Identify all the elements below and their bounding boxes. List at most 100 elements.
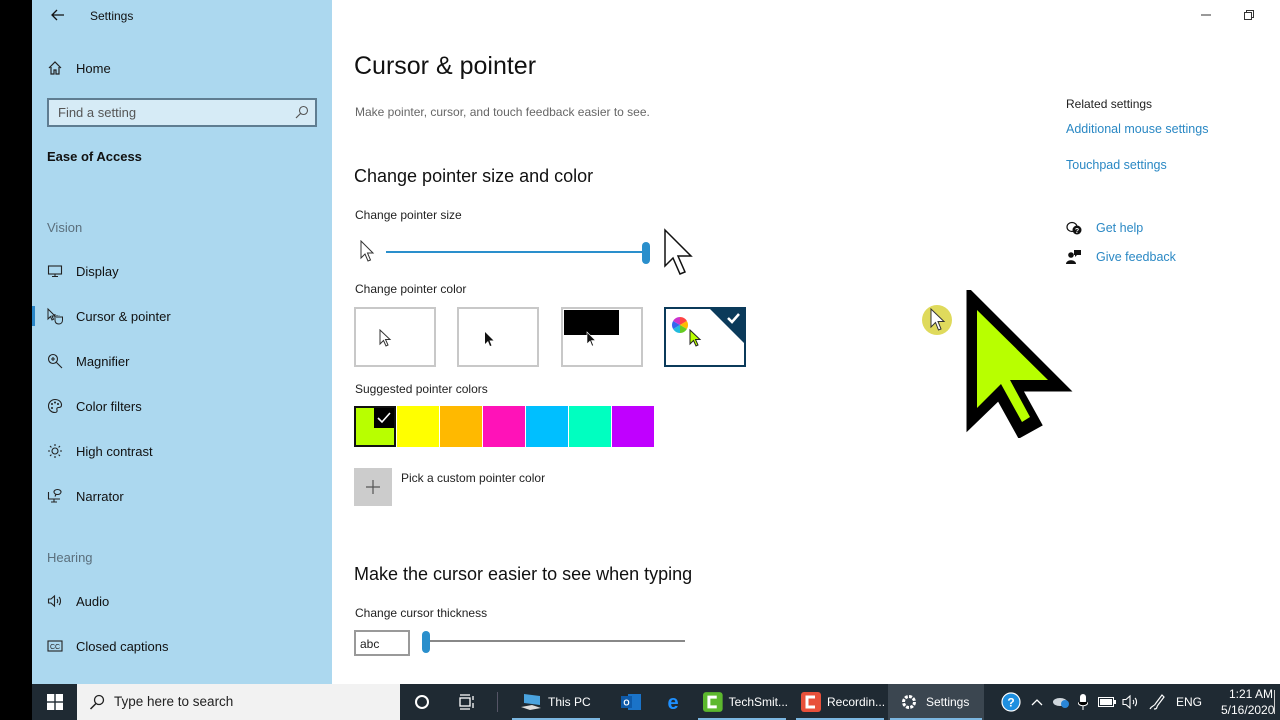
pointer-color-custom[interactable] [664,307,746,367]
link-additional-mouse-settings[interactable]: Additional mouse settings [1066,122,1208,136]
help-icon: ? [1001,692,1021,712]
search-input[interactable] [49,100,289,125]
camtasia-icon [703,692,723,712]
color-swatch[interactable] [397,406,439,447]
speaker-icon [1122,694,1138,710]
sidebar-item-label: Narrator [76,488,124,504]
slider-thumb[interactable] [422,631,430,653]
sun-icon [46,442,64,460]
taskbar-search-box[interactable]: Type here to search [77,684,400,720]
taskbar-app-label: This PC [548,695,591,709]
clock-time[interactable]: 1:21 AM [1229,687,1273,701]
black-pointer-icon [485,332,494,346]
taskbar-app-this-pc[interactable]: This PC [510,684,602,720]
slider-fill [386,251,646,253]
cortana-button[interactable] [408,684,436,720]
cc-icon: CC [46,637,64,655]
language-indicator[interactable]: ENG [1176,695,1202,709]
taskbar-app-label: Settings [926,695,970,709]
get-help-icon: ? [1066,221,1082,235]
slider-thumb[interactable] [642,242,650,264]
taskbar-app-outlook[interactable]: O [612,684,650,720]
color-swatch[interactable] [569,406,611,447]
svg-text:?: ? [1007,696,1014,710]
home-icon [46,59,64,77]
color-swatch[interactable] [354,406,396,447]
screen: Settings Home Ease of Access Vision Disp… [0,0,1280,720]
pointer-hand-icon [46,307,64,325]
sidebar-item-display[interactable]: Display [32,253,332,289]
monitor-icon [46,262,64,280]
large-pointer-icon [664,228,693,275]
microphone-tray-icon[interactable] [1074,684,1092,720]
cursor-thickness-label: Change cursor thickness [355,606,488,620]
checkmark-icon [374,408,394,428]
pointer-size-slider[interactable] [386,242,650,264]
pick-custom-color-button[interactable] [354,468,392,506]
plus-icon [366,480,380,494]
sidebar-item-narrator[interactable]: Narrator [32,478,332,514]
sidebar: Settings Home Ease of Access Vision Disp… [32,0,332,684]
page-description: Make pointer, cursor, and touch feedback… [355,105,650,119]
windows-logo-icon [46,694,63,710]
restore-button[interactable] [1239,5,1259,25]
cursor-thickness-slider[interactable] [422,631,685,653]
pointer-color-black[interactable] [457,307,539,367]
svg-text:e: e [667,692,678,712]
get-help-link[interactable]: Get help [1096,221,1143,235]
link-touchpad-settings[interactable]: Touchpad settings [1066,158,1167,172]
app-title: Settings [90,9,134,23]
taskbar-app-techsmith[interactable]: TechSmit... [696,684,788,720]
volume-tray-icon[interactable] [1120,684,1142,720]
pen-tray-icon[interactable] [1146,684,1168,720]
cursor-thickness-preview: abc [354,630,410,656]
sidebar-item-cursor-pointer[interactable]: Cursor & pointer [32,298,332,334]
battery-tray-icon[interactable] [1096,684,1118,720]
sidebar-item-home[interactable]: Home [32,50,332,86]
sidebar-item-color-filters[interactable]: Color filters [32,388,332,424]
taskbar-divider [497,692,498,712]
show-desktop-button[interactable] [1274,690,1275,714]
sidebar-item-magnifier[interactable]: Magnifier [32,343,332,379]
color-swatch[interactable] [483,406,525,447]
back-arrow-icon [51,9,64,21]
this-pc-icon [521,694,541,710]
screen-edge [0,0,32,684]
search-icon [295,105,309,119]
taskbar-app-edge[interactable]: e [654,684,692,720]
sidebar-item-label: Color filters [76,398,142,414]
minimize-button[interactable] [1196,5,1216,25]
sidebar-item-high-contrast[interactable]: High contrast [32,433,332,469]
color-swatch[interactable] [440,406,482,447]
back-button[interactable] [46,4,70,26]
sidebar-item-audio[interactable]: Audio [32,583,332,619]
start-button[interactable] [32,684,77,720]
help-tray-button[interactable]: ? [998,684,1024,720]
taskbar-app-recording[interactable]: Recordin... [794,684,886,720]
small-pointer-icon [360,240,375,262]
sidebar-item-label: Audio [76,593,110,609]
pointer-color-inverted[interactable] [561,307,643,367]
restore-icon [1244,10,1254,20]
main-content: Cursor & pointer Make pointer, cursor, a… [332,0,1280,684]
sidebar-item-closed-captions[interactable]: CC Closed captions [32,628,332,664]
sidebar-item-label: Cursor & pointer [76,308,171,324]
color-swatch[interactable] [612,406,654,447]
svg-text:?: ? [1075,228,1079,235]
lime-pointer-icon [689,329,702,347]
taskbar-app-settings[interactable]: Settings [888,684,984,720]
show-hidden-icons-button[interactable] [1028,684,1046,720]
onedrive-tray-icon[interactable] [1050,684,1072,720]
outlook-icon: O [621,694,641,710]
find-setting-search[interactable] [47,98,317,127]
section-heading-typing: Make the cursor easier to see when typin… [354,564,693,584]
give-feedback-link[interactable]: Give feedback [1096,250,1176,264]
related-settings-header: Related settings [1066,97,1153,111]
clock-date[interactable]: 5/16/2020 [1221,703,1274,717]
section-heading-pointer: Change pointer size and color [354,166,594,186]
color-swatch[interactable] [526,406,568,447]
task-view-button[interactable] [452,684,482,720]
task-view-icon [459,694,474,710]
pointer-color-white[interactable] [354,307,436,367]
sidebar-item-label: Display [76,263,119,279]
